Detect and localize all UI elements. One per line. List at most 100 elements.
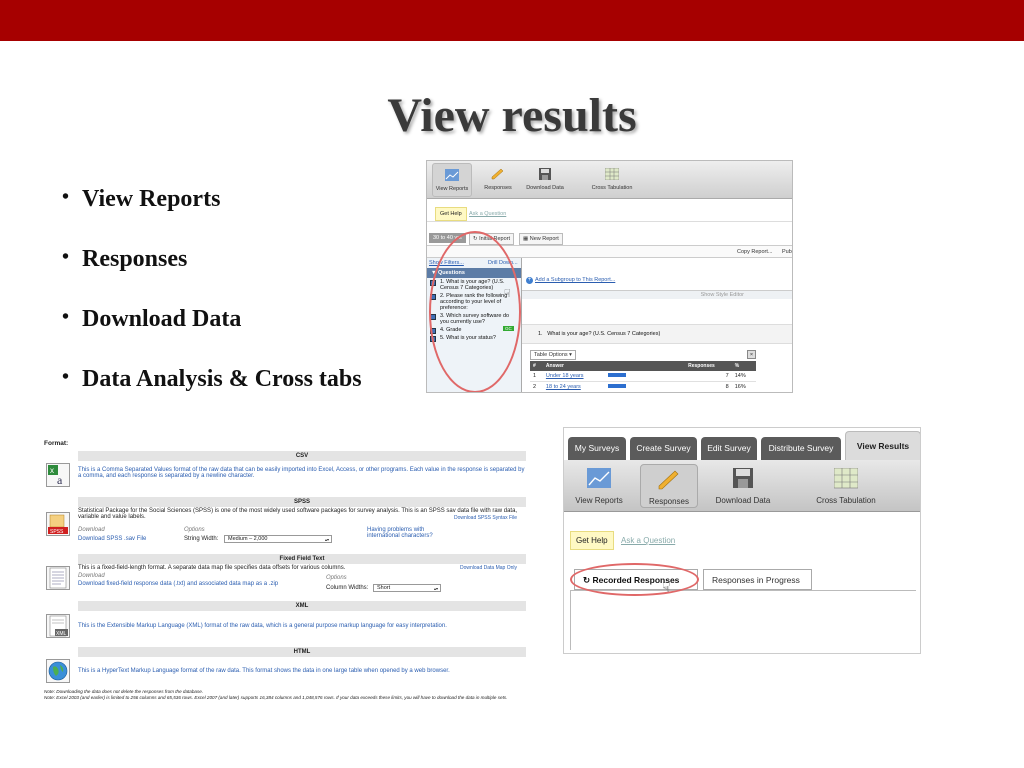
download-data-button[interactable]: Download Data [523,163,567,197]
excel-file-icon[interactable]: xa [46,463,70,487]
text-doc-icon-graphic [49,567,67,589]
response-pct: 16% [731,381,756,392]
svg-text:a: a [57,473,63,486]
string-width-select[interactable]: Medium – 2,000 [224,535,332,543]
tab-view-results[interactable]: View Results [845,431,920,461]
section-divider [427,221,792,222]
spss-download-label: Download [78,527,105,533]
grid-table-icon [834,468,858,489]
fixed-field-header: Fixed Field Text [78,554,526,564]
tab-responses-in-progress[interactable]: Responses in Progress [703,569,812,590]
xml-header: XML [78,601,526,611]
cross-tabulation-button[interactable]: Cross Tabulation [587,163,637,197]
responses-panel [570,590,916,650]
get-help-button[interactable]: Get Help [570,531,614,550]
download-data-label: Download Data [526,185,564,191]
spss-header: SPSS [78,497,526,507]
html-header: HTML [78,647,526,657]
answer-link[interactable]: 18 to 24 years [542,381,606,392]
table-header-row: # Answer Responses % [530,361,756,371]
xml-icon-graphic: XML [49,615,68,637]
spss-syntax-link[interactable]: Download SPSS Syntax File [454,515,517,521]
response-count: 7 [685,371,732,382]
add-subgroup-label: Add a Subgroup to This Report... [535,277,616,283]
download-formats-screenshot: Format: CSV xa This is a Comma Separated… [44,437,526,713]
pencil-icon [491,168,504,180]
format-label: Format: [44,440,69,447]
reports-toolbar: View Reports Responses Download Data Cro… [427,161,792,199]
download-notes: Note: Downloading the data does not dele… [44,689,526,700]
new-report-label: New Report [529,236,559,242]
text-file-icon[interactable] [46,566,70,590]
tab-distribute-survey[interactable]: Distribute Survey [761,437,841,461]
floppy-disk-icon [539,168,551,180]
fixed-download-label: Download [78,573,105,579]
html-description[interactable]: This is a HyperText Markup Language form… [78,668,526,674]
string-width-label: String Width: [184,536,219,542]
add-subgroup-link[interactable]: + Add a Subgroup to This Report... [526,277,615,284]
fixed-download-link[interactable]: Download fixed-field response data (.txt… [78,581,278,587]
show-style-editor-link[interactable]: Show Style Editor [522,290,792,299]
svg-text:XML: XML [56,631,67,637]
ask-question-link[interactable]: Ask a Question [621,536,675,545]
note-line-2: Note: Excel 2003 (and earlier) is limite… [44,694,508,700]
response-bar [608,384,627,388]
bullet-responses: Responses [62,246,362,306]
close-icon[interactable]: × [747,350,756,359]
pencil-icon [658,470,679,490]
responses-button[interactable]: Responses [640,464,698,508]
copy-report-button[interactable]: Copy Report... [737,249,772,255]
view-reports-button[interactable]: View Reports [432,163,472,197]
html-file-icon[interactable] [46,659,70,683]
csv-header: CSV [78,451,526,461]
xml-description[interactable]: This is the Extensible Markup Language (… [78,623,526,629]
col-bar-header [605,361,686,371]
row-num: 1 [530,371,543,382]
table-options-label: Table Options [534,352,568,358]
cross-tabulation-label: Cross Tabulation [591,185,633,191]
publish-button[interactable]: Pub [782,249,792,255]
data-map-link[interactable]: Download Data Map Only [460,565,517,571]
floppy-disk-icon [733,468,753,488]
response-bar [608,373,627,377]
column-widths-select[interactable]: Short [373,584,441,592]
results-toolbar: View Reports Responses Download Data Cro… [564,460,920,512]
download-data-button[interactable]: Download Data [710,464,776,508]
responses-button[interactable]: Responses [480,163,516,197]
responses-label: Responses [484,185,512,191]
responses-label: Responses [648,497,690,506]
xml-file-icon[interactable]: XML [46,614,70,638]
row-num: 2 [530,381,543,392]
tab-create-survey[interactable]: Create Survey [630,437,697,461]
spss-download-link[interactable]: Download SPSS .sav File [78,536,146,542]
ask-question-link[interactable]: Ask a Question [469,211,506,217]
cross-tabulation-label: Cross Tabulation [816,496,876,505]
survey-nav-tabs: My Surveys Create Survey Edit Survey Dis… [564,428,920,461]
col-responses-header: Responses [685,361,732,371]
answer-link[interactable]: Under 18 years [542,371,606,382]
question-title: What is your age? (U.S. Census 7 Categor… [547,331,661,337]
bullet-data-analysis: Data Analysis & Cross tabs [62,366,362,426]
view-reports-button[interactable]: View Reports [569,464,629,508]
results-table: # Answer Responses % 1 Under 18 years 7 … [530,361,756,392]
get-help-button[interactable]: Get Help [435,207,467,221]
intl-chars-link[interactable]: Having problems with international chara… [367,527,457,539]
cross-tabulation-button[interactable]: Cross Tabulation [808,464,884,508]
bar-cell [605,371,686,382]
bullet-list: View Reports Responses Download Data Dat… [62,186,362,426]
csv-description[interactable]: This is a Comma Separated Values format … [78,467,526,479]
header-accent-bar [0,0,1024,41]
table-options-dropdown[interactable]: Table Options ▾ [530,350,576,360]
table-row: 1 Under 18 years 7 14% [530,371,756,382]
tab-edit-survey[interactable]: Edit Survey [701,437,757,461]
view-reports-screenshot: View Reports Responses Download Data Cro… [426,160,793,393]
view-reports-label: View Reports [435,186,469,192]
fixed-description: This is a fixed-field-length format. A s… [78,565,346,571]
table-row: 2 18 to 24 years 8 16% [530,381,756,392]
globe-icon [48,661,68,681]
spss-file-icon[interactable]: SPSS [46,512,70,536]
download-data-label: Download Data [715,496,771,505]
hand-cursor-icon: ☟ [662,579,671,595]
tab-new-report[interactable]: ▦ New Report [519,233,563,245]
tab-my-surveys[interactable]: My Surveys [568,437,626,461]
